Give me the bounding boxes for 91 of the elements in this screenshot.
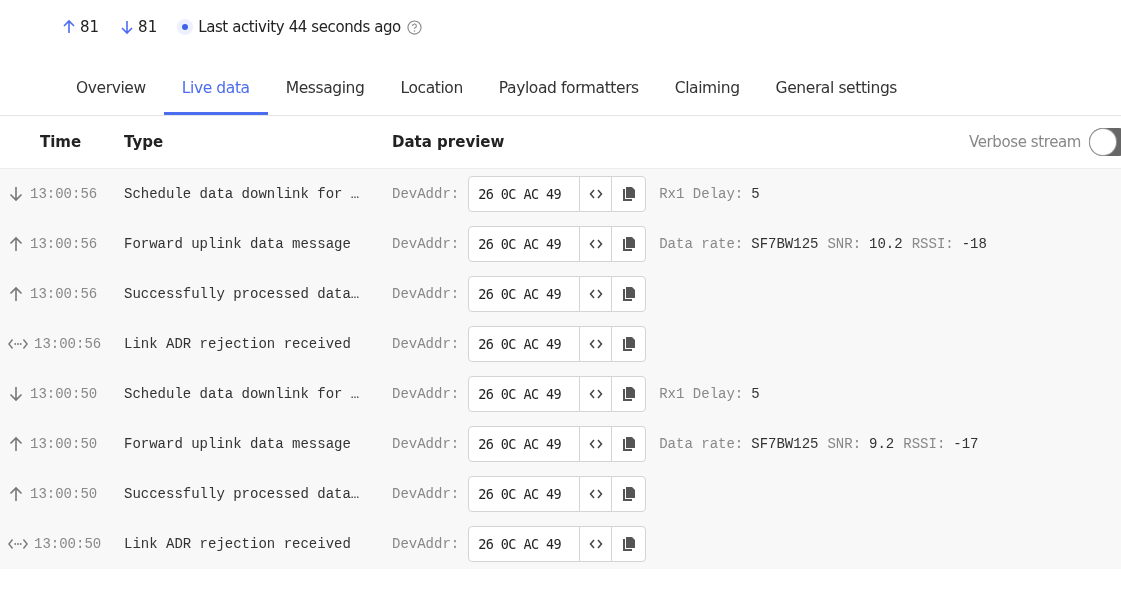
devaddr-label: DevAddr: xyxy=(392,286,460,302)
arrow-up-icon xyxy=(8,436,24,452)
detail-label: Data rate: xyxy=(659,236,744,252)
code-icon xyxy=(588,187,603,201)
copy-icon xyxy=(621,337,636,351)
last-activity: Last activity 44 seconds ago xyxy=(198,18,401,36)
bidirectional-arrow-icon xyxy=(8,536,28,552)
copy-icon xyxy=(621,487,636,501)
code-icon xyxy=(588,537,603,551)
tab[interactable]: Location xyxy=(382,54,481,115)
devaddr-value: 26 0C AC 49 xyxy=(469,327,581,361)
arrow-up-icon xyxy=(8,286,24,302)
devaddr-value: 26 0C AC 49 xyxy=(469,227,581,261)
devaddr-value: 26 0C AC 49 xyxy=(469,377,581,411)
type-cell-text: Successfully processed data… xyxy=(124,486,361,502)
detail-value: 5 xyxy=(751,186,760,202)
time-cell: 13:00:56 xyxy=(30,286,98,302)
arrow-down-icon xyxy=(8,186,24,202)
bidirectional-arrow-icon xyxy=(8,336,28,352)
detail-value: SF7BW125 xyxy=(751,436,819,452)
arrow-up-icon xyxy=(8,236,24,252)
copy-icon xyxy=(621,537,636,551)
devaddr-label: DevAddr: xyxy=(392,186,460,202)
devaddr-label: DevAddr: xyxy=(392,386,460,402)
devaddr-label: DevAddr: xyxy=(392,336,460,352)
detail-value: 5 xyxy=(751,386,760,402)
code-icon xyxy=(588,337,603,351)
help-icon[interactable] xyxy=(406,19,422,35)
detail-label: Data rate: xyxy=(659,436,744,452)
detail-label: Rx1 Delay: xyxy=(659,186,744,202)
arrow-up-icon xyxy=(61,19,77,35)
time-cell: 13:00:50 xyxy=(30,486,98,502)
detail-value: 9.2 xyxy=(869,436,895,452)
detail-label: SNR: xyxy=(827,236,862,252)
type-cell-text: Schedule data downlink for … xyxy=(124,186,361,202)
devaddr-value: 26 0C AC 49 xyxy=(469,177,581,211)
type-cell-text: Forward uplink data message xyxy=(124,436,352,452)
arrow-up-icon xyxy=(8,486,24,502)
detail-label: RSSI: xyxy=(903,436,946,452)
tab[interactable]: Live data xyxy=(163,54,268,115)
copy-icon xyxy=(621,437,636,451)
time-cell: 13:00:56 xyxy=(30,186,98,202)
time-cell: 13:00:56 xyxy=(34,336,102,352)
column-header: Type xyxy=(124,133,165,151)
type-cell-text: Link ADR rejection received xyxy=(124,336,352,352)
code-icon xyxy=(588,387,603,401)
time-cell: 13:00:56 xyxy=(30,236,98,252)
tab[interactable]: General settings xyxy=(757,54,916,115)
detail-value: -17 xyxy=(953,436,979,452)
copy-icon xyxy=(621,187,636,201)
code-icon xyxy=(588,287,603,301)
time-cell: 13:00:50 xyxy=(30,386,98,402)
type-cell-text: Schedule data downlink for … xyxy=(124,386,361,402)
tab[interactable]: Claiming xyxy=(656,54,758,115)
detail-label: Rx1 Delay: xyxy=(659,386,744,402)
copy-icon xyxy=(621,237,636,251)
arrow-down-icon xyxy=(8,386,24,402)
status-dot-icon xyxy=(177,19,194,35)
downlink-count: 81 xyxy=(138,18,158,36)
time-cell: 13:00:50 xyxy=(30,436,98,452)
detail-value: -18 xyxy=(961,236,987,252)
code-icon xyxy=(588,237,603,251)
uplink-count: 81 xyxy=(80,18,100,36)
code-icon xyxy=(588,487,603,501)
column-header: Data preview xyxy=(392,133,505,151)
devaddr-label: DevAddr: xyxy=(392,436,460,452)
verbose-stream-toggle[interactable] xyxy=(1089,128,1121,156)
detail-label: RSSI: xyxy=(911,236,954,252)
detail-label: SNR: xyxy=(827,436,862,452)
tab[interactable]: Payload formatters xyxy=(480,54,657,115)
time-cell: 13:00:50 xyxy=(34,536,102,552)
devaddr-value: 26 0C AC 49 xyxy=(469,527,581,561)
verbose-stream-label: Verbose stream xyxy=(969,133,1081,151)
devaddr-value: 26 0C AC 49 xyxy=(469,477,581,511)
detail-value: 10.2 xyxy=(869,236,903,252)
devaddr-value: 26 0C AC 49 xyxy=(469,277,581,311)
devaddr-label: DevAddr: xyxy=(392,486,460,502)
column-header: Time xyxy=(39,133,83,151)
copy-icon xyxy=(621,287,636,301)
tab[interactable]: Messaging xyxy=(267,54,383,115)
arrow-down-icon xyxy=(119,19,136,35)
code-icon xyxy=(588,437,603,451)
devaddr-label: DevAddr: xyxy=(392,536,460,552)
copy-icon xyxy=(621,387,636,401)
type-cell-text: Link ADR rejection received xyxy=(124,536,352,552)
type-cell-text: Forward uplink data message xyxy=(124,236,352,252)
devaddr-value: 26 0C AC 49 xyxy=(469,427,581,461)
tab[interactable]: Overview xyxy=(58,54,164,115)
detail-value: SF7BW125 xyxy=(751,236,819,252)
devaddr-label: DevAddr: xyxy=(392,236,460,252)
type-cell-text: Successfully processed data… xyxy=(124,286,361,302)
